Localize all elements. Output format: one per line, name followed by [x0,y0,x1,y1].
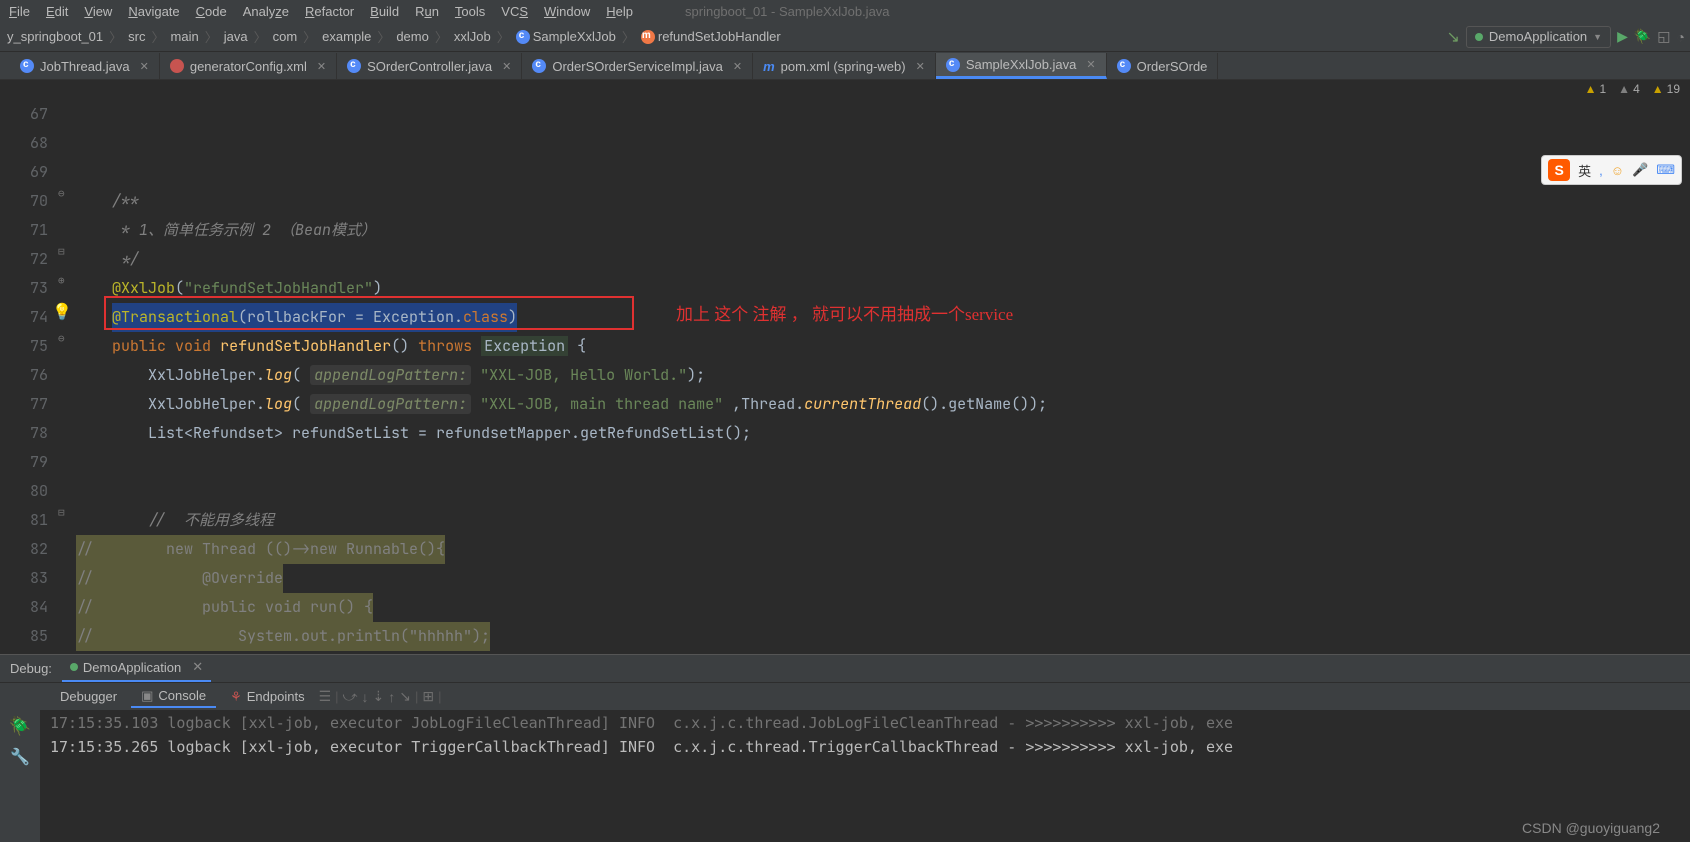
run-icon[interactable]: ▶ [1617,28,1628,45]
crumb-2[interactable]: main [169,29,201,44]
debug-session-tab[interactable]: DemoApplication ✕ [62,655,211,683]
mic-icon[interactable]: 🎤 [1632,162,1648,178]
menu-tools[interactable]: Tools [451,4,489,19]
editor-tabs: JobThread.java✕ generatorConfig.xml✕ SOr… [0,52,1690,80]
rerun-icon[interactable]: 🪲 [9,716,31,737]
menu-build[interactable]: Build [366,4,403,19]
smiley-icon[interactable]: ☺ [1611,163,1624,178]
layout-icon[interactable]: ☰ [319,688,332,705]
code-comment: */ [112,249,139,269]
menu-edit[interactable]: Edit [42,4,72,19]
close-icon[interactable]: ✕ [1086,58,1095,71]
debugger-tab[interactable]: Debugger [50,687,127,706]
tab-samplexxljob[interactable]: SampleXxlJob.java✕ [936,53,1107,79]
close-icon[interactable]: ✕ [733,60,742,73]
crumb-6[interactable]: demo [394,29,431,44]
close-icon[interactable]: ✕ [140,60,149,73]
tab-generatorconfig[interactable]: generatorConfig.xml✕ [160,53,337,79]
debug-sidebar: 🪲 🔧 [0,710,40,842]
tab-jobthread[interactable]: JobThread.java✕ [10,53,160,79]
line-gutter: 67686970 71727374 75767778 79808182 8384… [0,100,56,652]
profile-icon[interactable]: ◔ [1677,29,1685,45]
tab-sordercontroller[interactable]: SOrderController.java✕ [337,53,522,79]
step-out-icon[interactable]: ↑ [388,689,395,705]
debug-toolwindow-header: Debug: DemoApplication ✕ [0,654,1690,682]
close-icon[interactable]: ✕ [502,60,511,73]
console-tab[interactable]: ▣Console [131,686,216,708]
menu-vcs[interactable]: VCS [497,4,532,19]
inspection-widget[interactable]: ▲1 ▲4 ▲19 [1585,82,1680,96]
tab-pom[interactable]: mpom.xml (spring-web)✕ [753,53,936,79]
code-annotation: @XxlJob [112,278,175,298]
menu-window[interactable]: Window [540,4,594,19]
toolbar-right: ↘ DemoApplication ▼ ▶ 🪲 ◱ ◔ [1446,26,1685,48]
menu-analyze[interactable]: Analyze [239,4,293,19]
menu-help[interactable]: Help [602,4,637,19]
ime-toolbar[interactable]: S 英 , ☺ 🎤 ⌨ [1541,155,1682,185]
ime-lang[interactable]: 英 [1578,161,1591,180]
run-status-icon [1475,33,1483,41]
intention-bulb-icon[interactable]: 💡 [52,301,72,322]
run-to-cursor-icon[interactable]: ↘ [399,688,411,705]
menu-code[interactable]: Code [192,4,231,19]
fold-gutter[interactable]: ⊖ ⊟ ⊕ 💡 ⊖ ⊟ [56,100,76,652]
menu-navigate[interactable]: Navigate [124,4,183,19]
debug-tabs: Debugger ▣Console ⚘Endpoints ☰ | ⤻ ↓ ⇣ ↑… [0,682,1690,710]
chevron-down-icon: ▼ [1593,32,1602,42]
step-over-icon[interactable]: ⤻ [343,688,358,705]
sogou-logo-icon: S [1548,159,1570,181]
console-line: 17:15:35.265 logback [xxl-job, executor … [50,738,1680,762]
crumb-0[interactable]: y_springboot_01 [5,29,105,44]
warning-icon: ▲ [1652,82,1664,96]
step-into-icon[interactable]: ↓ [362,689,369,705]
code-comment: /** [112,191,139,211]
code-editor[interactable]: 67686970 71727374 75767778 79808182 8384… [0,100,1690,652]
code-line: List<Refundset> refundSetList = refundse… [148,423,751,443]
run-config-selector[interactable]: DemoApplication ▼ [1466,26,1611,48]
run-status-icon [70,663,78,671]
warning-icon: ▲ [1585,82,1597,96]
run-config-name: DemoApplication [1489,29,1587,44]
crumb-9[interactable]: refundSetJobHandler [639,29,783,45]
crumb-1[interactable]: src [126,29,147,44]
console-output[interactable]: 17:15:35.103 logback [xxl-job, executor … [40,710,1690,842]
menu-view[interactable]: View [80,4,116,19]
keyboard-icon[interactable]: ⌨ [1656,162,1675,178]
code-comment: * 1、简单任务示例 2 （Bean模式） [112,220,376,240]
force-step-icon[interactable]: ⇣ [373,688,385,705]
build-icon[interactable]: ↘ [1446,27,1459,47]
menu-bar: File Edit View Navigate Code Analyze Ref… [0,0,1690,22]
breadcrumb: y_springboot_01〉 src〉 main〉 java〉 com〉 e… [5,27,783,46]
close-icon[interactable]: ✕ [317,60,326,73]
ime-punct[interactable]: , [1599,163,1603,178]
close-icon[interactable]: ✕ [192,659,203,675]
window-title: springboot_01 - SampleXxlJob.java [685,4,890,19]
coverage-icon[interactable]: ◱ [1657,28,1670,45]
close-icon[interactable]: ✕ [916,60,925,73]
code-area[interactable]: /** * 1、简单任务示例 2 （Bean模式） */ @XxlJob(("r… [76,100,1690,652]
debug-icon[interactable]: 🪲 [1634,28,1651,45]
tab-ordersorde[interactable]: OrderSOrde [1107,53,1219,79]
debug-label: Debug: [10,661,52,676]
crumb-5[interactable]: example [320,29,373,44]
evaluate-icon[interactable]: ⊞ [422,688,434,705]
nav-bar: y_springboot_01〉 src〉 main〉 java〉 com〉 e… [0,22,1690,52]
menu-refactor[interactable]: Refactor [301,4,358,19]
crumb-8[interactable]: SampleXxlJob [514,29,618,45]
console-line: 17:15:35.103 logback [xxl-job, executor … [50,714,1680,738]
endpoints-tab[interactable]: ⚘Endpoints [220,687,314,707]
crumb-3[interactable]: java [222,29,250,44]
crumb-4[interactable]: com [271,29,300,44]
settings-icon[interactable]: 🔧 [10,747,30,767]
menu-run[interactable]: Run [411,4,443,19]
crumb-7[interactable]: xxlJob [452,29,493,44]
weak-warning-icon: ▲ [1618,82,1630,96]
red-annotation-text: 加上 这个 注解 ， 就可以不用抽成一个service [676,300,1013,325]
tab-ordersorderserviceimpl[interactable]: OrderSOrderServiceImpl.java✕ [522,53,753,79]
menu-file[interactable]: File [5,4,34,19]
csdn-watermark: CSDN @guoyiguang2 [1522,820,1660,836]
